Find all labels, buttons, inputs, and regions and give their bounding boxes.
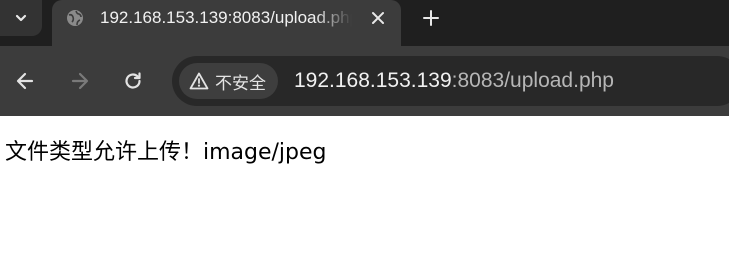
tab-search-button[interactable] xyxy=(0,0,42,36)
url-host: 192.168.153.139 xyxy=(294,69,452,92)
forward-arrow-icon xyxy=(71,72,89,90)
reload-icon xyxy=(125,72,141,89)
forward-button[interactable] xyxy=(67,68,93,94)
plus-icon xyxy=(423,10,439,26)
browser-window: 192.168.153.139:8083/upload.php 不安全 192.… xyxy=(0,0,729,270)
security-label: 不安全 xyxy=(215,73,266,94)
chevron-down-icon xyxy=(15,14,27,22)
upload-status-message: 文件类型允许上传！image/jpeg xyxy=(5,140,327,165)
url-text[interactable]: 192.168.153.139:8083/upload.php xyxy=(294,67,614,95)
new-tab-button[interactable] xyxy=(417,4,445,32)
page-content: 文件类型允许上传！image/jpeg xyxy=(0,116,729,270)
warning-triangle-icon xyxy=(189,72,209,90)
toolbar: 不安全 192.168.153.139:8083/upload.php xyxy=(0,46,729,116)
back-arrow-icon xyxy=(16,72,34,90)
back-button[interactable] xyxy=(12,68,38,94)
tab-title: 192.168.153.139:8083/upload.php xyxy=(100,8,352,27)
address-bar[interactable]: 不安全 192.168.153.139:8083/upload.php xyxy=(172,56,729,106)
reload-button[interactable] xyxy=(120,68,146,94)
close-icon[interactable] xyxy=(366,6,390,30)
security-chip[interactable]: 不安全 xyxy=(179,63,278,99)
globe-icon xyxy=(66,9,84,27)
tab-active[interactable]: 192.168.153.139:8083/upload.php xyxy=(52,0,401,46)
tab-strip: 192.168.153.139:8083/upload.php xyxy=(0,0,729,46)
url-path: :8083/upload.php xyxy=(451,69,614,92)
